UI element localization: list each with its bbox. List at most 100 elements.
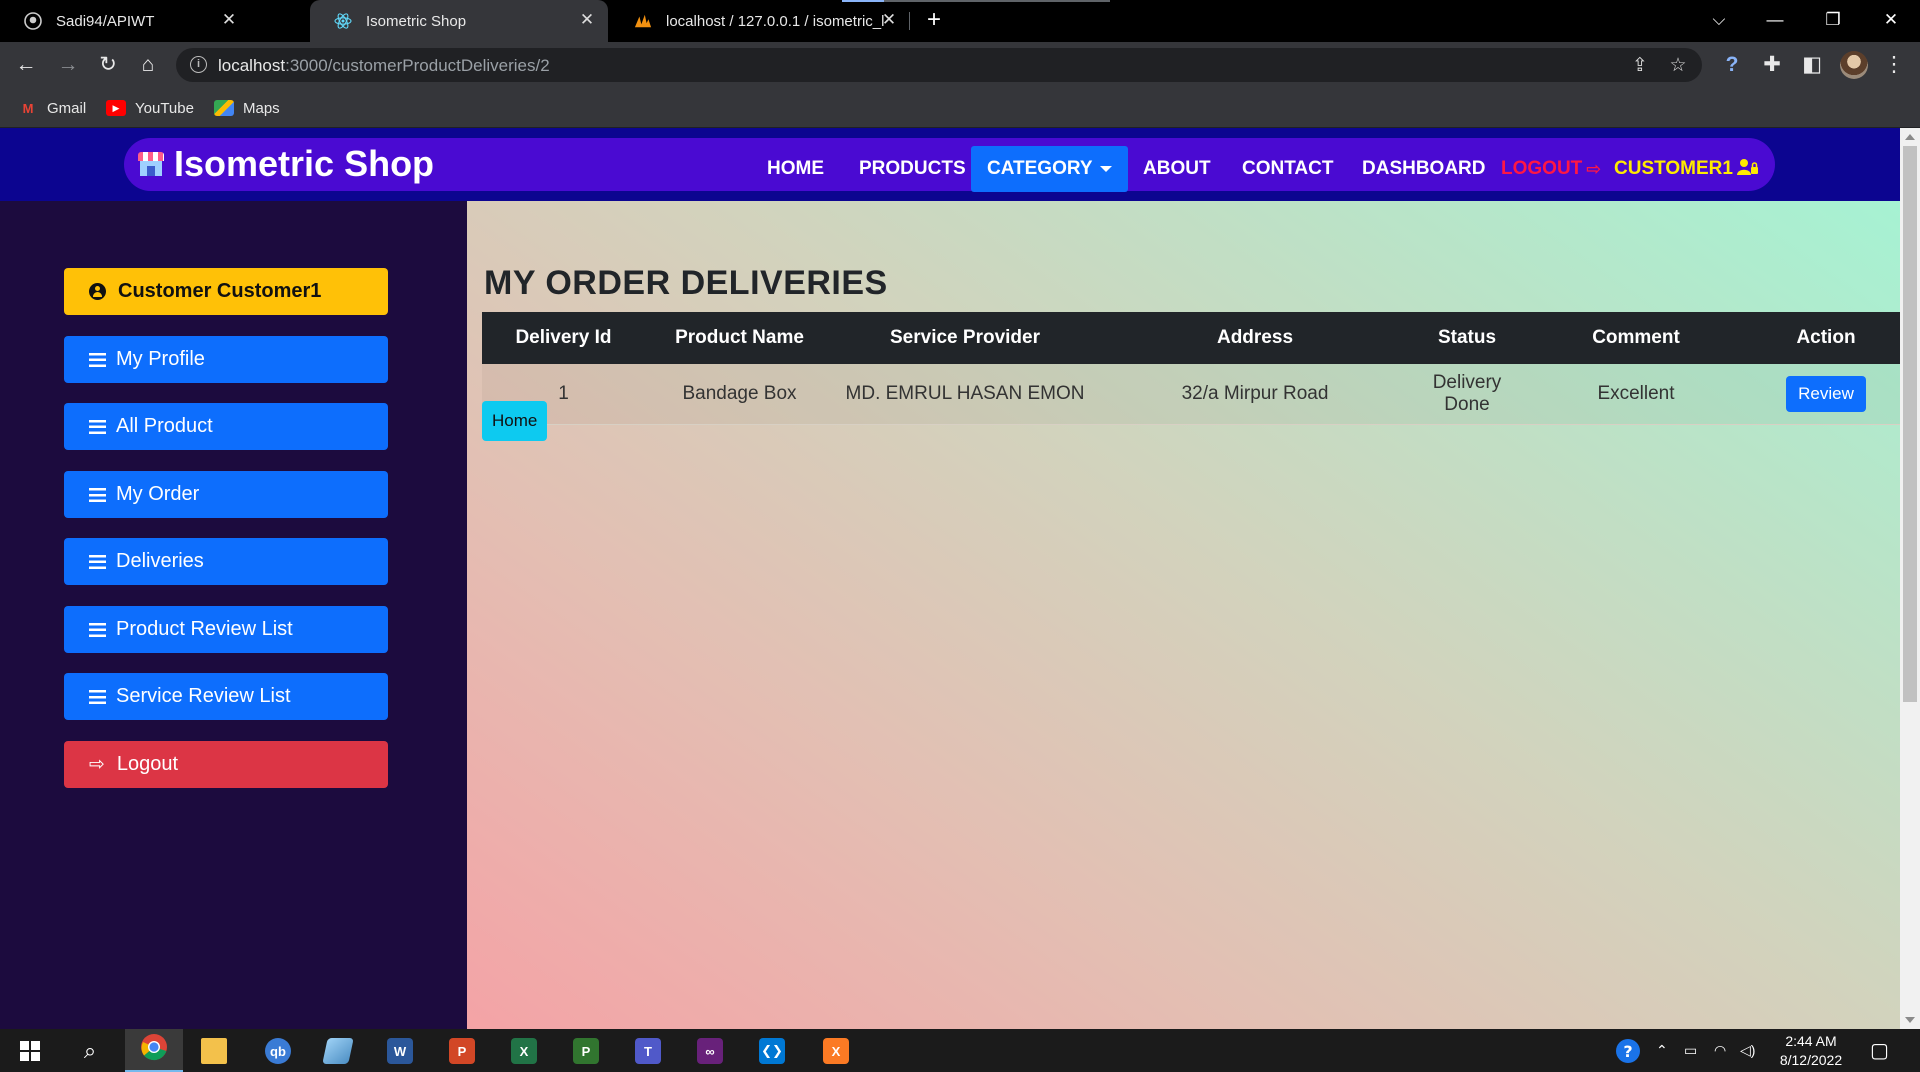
close-window-icon[interactable]: ✕	[1864, 0, 1918, 40]
bookmark-star-icon[interactable]: ☆	[1666, 54, 1690, 78]
nav-home[interactable]: HOME	[767, 146, 824, 192]
start-button[interactable]	[12, 1034, 48, 1068]
search-icon[interactable]: ⌕	[72, 1034, 108, 1068]
sign-out-icon: ⇨	[89, 754, 105, 775]
sidebar-item-my-order[interactable]: My Order	[64, 471, 388, 518]
nav-dashboard[interactable]: DASHBOARD	[1362, 146, 1486, 192]
tab-phpmyadmin[interactable]: localhost / 127.0.0.1 / isometric_l ✕	[610, 0, 910, 42]
tab-github[interactable]: Sadi94/APIWT ✕	[0, 0, 250, 42]
cell-address: 32/a Mirpur Road	[1096, 364, 1414, 425]
bookmark-gmail[interactable]: M Gmail	[18, 96, 87, 120]
page-viewport: Isometric Shop HOME PRODUCTS CATEGORY AB…	[0, 128, 1920, 1029]
notifications-icon[interactable]: ▢	[1870, 1029, 1889, 1072]
taskbar-file-explorer[interactable]	[196, 1034, 232, 1068]
new-tab-button[interactable]: +	[920, 7, 948, 35]
wifi-icon[interactable]: ◠	[1714, 1029, 1726, 1072]
review-button[interactable]: Review	[1786, 375, 1866, 412]
bookmark-youtube[interactable]: ▶ YouTube	[106, 96, 194, 120]
cell-service-provider: MD. EMRUL HASAN EMON	[834, 364, 1096, 425]
tab-search-icon[interactable]: ⌵	[1692, 0, 1746, 40]
restore-icon[interactable]: ❐	[1806, 0, 1860, 40]
taskbar-chrome[interactable]	[125, 1029, 183, 1072]
taskbar-visual-studio[interactable]: ∞	[692, 1034, 728, 1068]
taskbar-powerpoint[interactable]: P	[444, 1034, 480, 1068]
address-bar[interactable]: i localhost:3000/customerProductDeliveri…	[176, 48, 1702, 82]
share-icon[interactable]: ⇪	[1628, 54, 1652, 78]
taskbar-vscode[interactable]: ❮❯	[754, 1034, 790, 1068]
user-lock-icon	[1736, 158, 1759, 181]
taskbar-excel[interactable]: X	[506, 1034, 542, 1068]
taskbar-qbittorrent[interactable]: qb	[260, 1034, 296, 1068]
qbittorrent-icon: qb	[265, 1038, 291, 1064]
forward-icon[interactable]: →	[54, 51, 82, 79]
close-icon[interactable]: ✕	[578, 11, 596, 29]
scroll-down-icon[interactable]	[1905, 1017, 1915, 1023]
home-icon[interactable]: ⌂	[134, 51, 162, 79]
profile-avatar[interactable]	[1840, 51, 1868, 79]
volume-icon[interactable]: ◁)	[1740, 1029, 1755, 1072]
menu-icon[interactable]: ⋮	[1880, 51, 1908, 79]
home-button[interactable]: Home	[482, 401, 548, 441]
battery-icon[interactable]: ▭	[1684, 1029, 1697, 1072]
bookmarks-bar: M Gmail ▶ YouTube Maps	[0, 88, 1920, 128]
nav-category[interactable]: CATEGORY	[971, 146, 1128, 192]
site-info-icon[interactable]: i	[190, 56, 207, 73]
nav-logout[interactable]: LOGOUT ⇨	[1501, 146, 1601, 192]
help-icon[interactable]: ?	[1614, 1029, 1642, 1072]
caret-down-icon	[1099, 166, 1112, 172]
nav-contact[interactable]: CONTACT	[1242, 146, 1333, 192]
scroll-up-icon[interactable]	[1905, 134, 1915, 140]
taskbar-teams[interactable]: T	[630, 1034, 666, 1068]
url-text[interactable]: localhost:3000/customerProductDeliveries…	[218, 56, 550, 76]
word-icon: W	[387, 1038, 413, 1064]
maps-icon	[214, 100, 234, 116]
reload-icon[interactable]: ↻	[94, 51, 122, 79]
cell-comment: Excellent	[1520, 364, 1752, 425]
taskbar-app[interactable]	[320, 1034, 356, 1068]
gmail-icon: M	[22, 100, 34, 116]
column-header: Service Provider	[834, 312, 1096, 364]
navbar: Isometric Shop HOME PRODUCTS CATEGORY AB…	[124, 138, 1775, 192]
nav-about[interactable]: ABOUT	[1143, 146, 1211, 192]
taskbar-xampp[interactable]: X	[818, 1034, 854, 1068]
main-content: MY ORDER DELIVERIES Delivery Id Product …	[467, 201, 1900, 1029]
bookmark-maps[interactable]: Maps	[214, 96, 280, 120]
browser-tab-bar: Sadi94/APIWT ✕ Isometric Shop ✕ localhos…	[0, 0, 1920, 42]
back-icon[interactable]: ←	[12, 51, 40, 79]
minimize-icon[interactable]: —	[1748, 0, 1802, 40]
tab-title: Sadi94/APIWT	[56, 12, 155, 30]
close-icon[interactable]: ✕	[880, 11, 898, 29]
side-panel-icon[interactable]: ◧	[1798, 51, 1826, 79]
nav-customer[interactable]: CUSTOMER1	[1614, 146, 1759, 192]
extension-help-icon[interactable]: ?	[1718, 51, 1746, 79]
user-circle-icon	[89, 283, 106, 300]
system-clock[interactable]: 2:44 AM 8/12/2022	[1770, 1032, 1852, 1070]
sidebar-item-all-product[interactable]: All Product	[64, 403, 388, 450]
sidebar-item-deliveries[interactable]: Deliveries	[64, 538, 388, 585]
sidebar-item-product-review-list[interactable]: Product Review List	[64, 606, 388, 653]
sidebar-customer-button[interactable]: Customer Customer1	[64, 268, 388, 315]
extensions-icon[interactable]: ✚	[1758, 51, 1786, 79]
xampp-icon: X	[823, 1038, 849, 1064]
sidebar-logout-button[interactable]: ⇨ Logout	[64, 741, 388, 788]
tab-isometric-shop[interactable]: Isometric Shop ✕	[310, 0, 608, 42]
close-icon[interactable]: ✕	[220, 11, 238, 29]
nav-products[interactable]: PRODUCTS	[859, 146, 966, 192]
scroll-thumb[interactable]	[1903, 146, 1917, 702]
sidebar-item-service-review-list[interactable]: Service Review List	[64, 673, 388, 720]
taskbar-word[interactable]: W	[382, 1034, 418, 1068]
show-hidden-icons-icon[interactable]: ⌃	[1656, 1029, 1668, 1072]
cell-action: Review	[1752, 364, 1900, 425]
tab-strip-indicator	[842, 0, 1110, 2]
column-header: Address	[1096, 312, 1414, 364]
github-icon	[24, 12, 42, 30]
page-scrollbar[interactable]	[1900, 128, 1920, 1029]
brand-logo[interactable]: Isometric Shop	[138, 143, 434, 184]
taskbar-project[interactable]: P	[568, 1034, 604, 1068]
column-header: Product Name	[645, 312, 834, 364]
browser-toolbar: ← → ↻ ⌂ i localhost:3000/customerProduct…	[0, 42, 1920, 88]
site-header: Isometric Shop HOME PRODUCTS CATEGORY AB…	[0, 128, 1900, 201]
sidebar-item-my-profile[interactable]: My Profile	[64, 336, 388, 383]
project-icon: P	[573, 1038, 599, 1064]
vscode-icon: ❮❯	[759, 1038, 785, 1064]
